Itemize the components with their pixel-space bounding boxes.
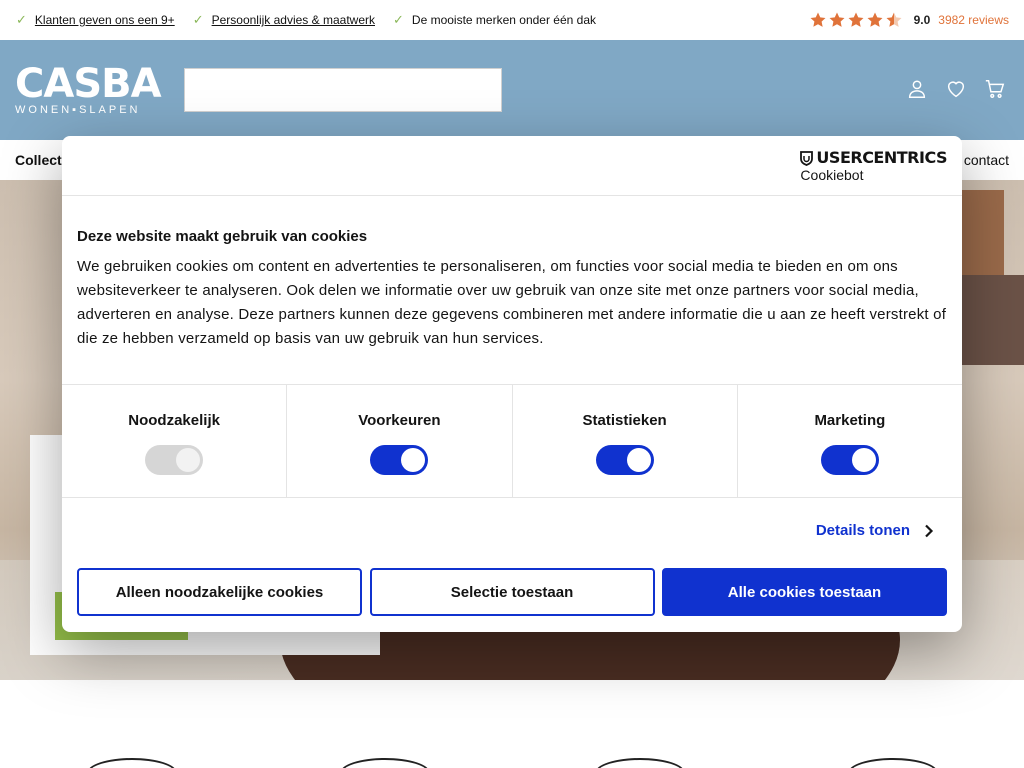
cart-icon[interactable]	[984, 78, 1006, 100]
usp-item: ✓ De mooiste merken onder één dak	[393, 12, 596, 28]
star-icon	[848, 12, 864, 27]
toggle-marketing[interactable]	[820, 445, 879, 475]
category-label: Marketing	[814, 412, 886, 429]
category-label: Noodzakelijk	[128, 412, 220, 429]
cookiebot-logo: USERCENTRICS Cookiebot	[800, 150, 947, 184]
toggle-knob	[626, 448, 651, 472]
check-icon: ✓	[192, 12, 204, 27]
toggle-knob	[851, 448, 876, 472]
category-circle[interactable]	[595, 758, 685, 768]
cookie-dialog-body: Deze website maakt gebruik van cookies W…	[77, 228, 947, 351]
allow-selection-button[interactable]: Selectie toestaan	[369, 568, 655, 616]
rating-reviews-link[interactable]: 3982 reviews	[938, 13, 1009, 27]
check-icon: ✓	[16, 12, 27, 27]
cookie-description: We gebruiken cookies om content en adver…	[77, 258, 947, 347]
check-icon: ✓	[393, 12, 404, 27]
cookie-categories: Noodzakelijk Voorkeuren Statistieken Mar…	[62, 384, 962, 498]
rating-score: 9.0	[913, 13, 931, 27]
usp-link-advice[interactable]: Persoonlijk advies & maatwerk	[212, 13, 375, 27]
nav-item-contact[interactable]: contact	[964, 152, 1009, 168]
toggle-knob	[176, 448, 201, 472]
usp-bar: ✓ Klanten geven ons een 9+ ✓ Persoonlijk…	[0, 0, 1024, 40]
details-label: Details tonen	[815, 522, 910, 539]
category-circle[interactable]	[340, 758, 430, 768]
logo-wordmark: CASBA	[15, 61, 162, 107]
category-circle[interactable]	[848, 758, 938, 768]
allow-all-button[interactable]: Alle cookies toestaan	[662, 568, 947, 616]
cookie-title: Deze website maakt gebruik van cookies	[77, 228, 368, 245]
header-icons	[889, 78, 1006, 100]
cookie-dialog-header: USERCENTRICS Cookiebot	[62, 136, 962, 196]
star-icon	[829, 12, 845, 27]
toggle-knob	[401, 448, 426, 472]
toggle-necessary	[145, 445, 204, 475]
site-header: CASBA WONEN▪SLAPEN	[0, 40, 1024, 140]
details-toggle-link[interactable]: Details tonen	[816, 522, 934, 539]
nav-item-collections[interactable]: Collect	[15, 152, 62, 168]
cookie-buttons: Alleen noodzakelijke cookies Selectie to…	[77, 568, 947, 616]
category-circle[interactable]	[87, 758, 177, 768]
casba-logo[interactable]: CASBA WONEN▪SLAPEN	[15, 64, 165, 116]
toggle-preferences[interactable]	[370, 445, 429, 475]
brand-usercentrics: USERCENTRICS	[816, 148, 947, 167]
usp-item[interactable]: ✓ Persoonlijk advies & maatwerk	[193, 12, 375, 28]
usp-text-brands: De mooiste merken onder één dak	[411, 13, 597, 27]
allow-necessary-button[interactable]: Alleen noodzakelijke cookies	[77, 568, 362, 616]
chevron-right-icon	[925, 524, 934, 537]
brand-cookiebot: Cookiebot	[800, 167, 864, 183]
category-marketing: Marketing	[738, 385, 962, 497]
category-label: Statistieken	[582, 412, 667, 429]
cookie-consent-dialog: USERCENTRICS Cookiebot Deze website maak…	[62, 136, 962, 632]
category-statistics: Statistieken	[513, 385, 738, 497]
rating-stars	[809, 11, 904, 29]
search-input[interactable]	[184, 68, 502, 112]
star-icon	[810, 12, 826, 27]
half-star-icon	[886, 12, 902, 27]
heart-icon[interactable]	[945, 78, 967, 100]
star-icon	[867, 12, 883, 27]
usp-item[interactable]: ✓ Klanten geven ons een 9+	[16, 12, 175, 28]
category-necessary: Noodzakelijk	[62, 385, 288, 497]
usp-link-reviews[interactable]: Klanten geven ons een 9+	[35, 13, 175, 27]
toggle-statistics[interactable]	[595, 445, 654, 475]
shield-icon	[800, 150, 814, 166]
rating-widget[interactable]: 9.0 3982 reviews	[809, 0, 1009, 40]
category-label: Voorkeuren	[358, 412, 441, 429]
category-preferences: Voorkeuren	[287, 385, 513, 497]
user-icon[interactable]	[906, 78, 928, 100]
